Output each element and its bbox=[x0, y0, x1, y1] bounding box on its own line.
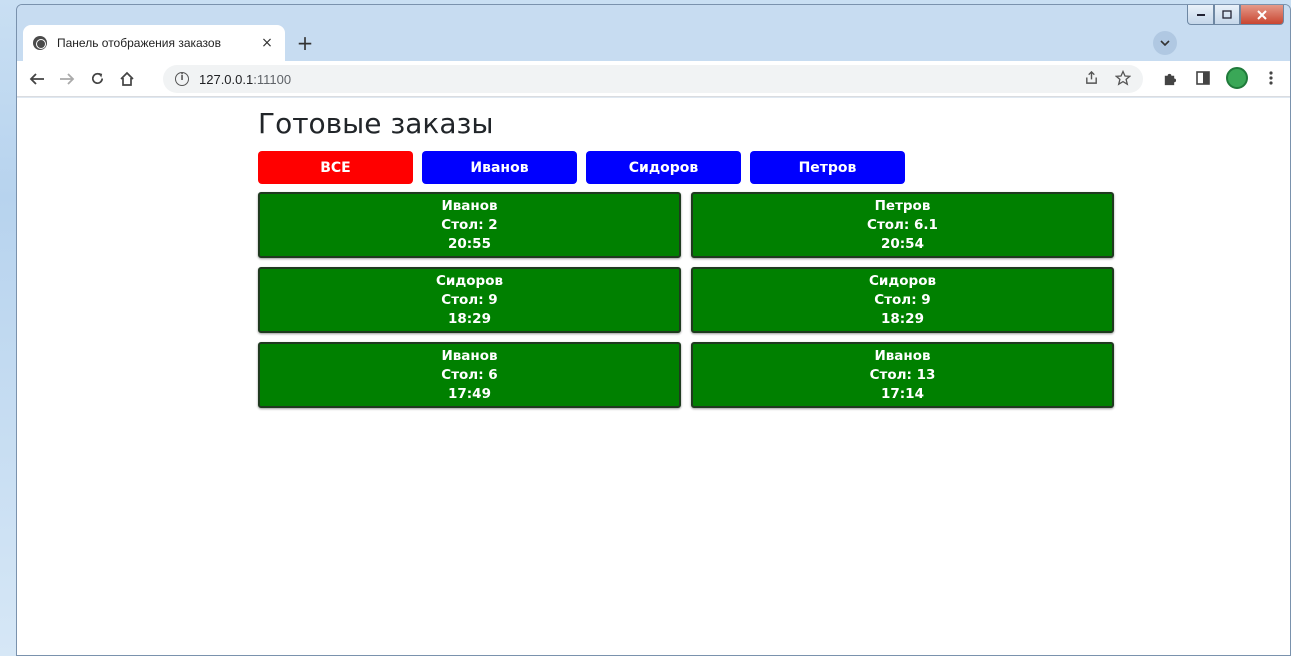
order-card[interactable]: Иванов Стол: 2 20:55 bbox=[258, 192, 681, 258]
address-bar[interactable]: i 127.0.0.1:11100 bbox=[163, 65, 1143, 93]
info-icon[interactable]: i bbox=[175, 72, 189, 86]
close-window-button[interactable] bbox=[1240, 5, 1284, 25]
tab-title: Панель отображения заказов bbox=[57, 36, 221, 50]
filter-sidorov-button[interactable]: Сидоров bbox=[586, 151, 741, 184]
puzzle-icon bbox=[1164, 73, 1176, 85]
maximize-icon bbox=[1222, 10, 1232, 19]
order-card[interactable]: Сидоров Стол: 9 18:29 bbox=[691, 267, 1114, 333]
main-content: Готовые заказы ВСЕ Иванов Сидоров Петров… bbox=[258, 98, 1118, 408]
profile-avatar[interactable] bbox=[1226, 67, 1248, 89]
filter-ivanov-button[interactable]: Иванов bbox=[422, 151, 577, 184]
new-tab-button[interactable]: + bbox=[293, 31, 317, 55]
minimize-button[interactable] bbox=[1187, 5, 1214, 25]
orders-grid: Иванов Стол: 2 20:55 Петров Стол: 6.1 20… bbox=[258, 192, 1118, 408]
window-controls bbox=[1187, 5, 1284, 25]
order-waiter: Иванов bbox=[441, 347, 498, 364]
waiter-filter-bar: ВСЕ Иванов Сидоров Петров bbox=[258, 151, 1118, 184]
share-icon[interactable] bbox=[1084, 70, 1099, 85]
home-icon bbox=[120, 71, 134, 86]
filter-petrov-button[interactable]: Петров bbox=[750, 151, 905, 184]
order-card[interactable]: Сидоров Стол: 9 18:29 bbox=[258, 267, 681, 333]
order-table: Стол: 13 bbox=[869, 366, 936, 383]
order-table: Стол: 6 bbox=[441, 366, 498, 383]
tab-strip: Панель отображения заказов × + bbox=[17, 5, 1290, 61]
minimize-icon bbox=[1196, 13, 1205, 16]
menu-button[interactable] bbox=[1260, 65, 1282, 91]
globe-icon bbox=[33, 36, 47, 50]
forward-button[interactable] bbox=[53, 65, 81, 93]
reload-icon bbox=[91, 72, 103, 84]
order-waiter: Петров bbox=[874, 197, 931, 214]
browser-toolbar: i 127.0.0.1:11100 bbox=[17, 61, 1290, 97]
order-card[interactable]: Иванов Стол: 13 17:14 bbox=[691, 342, 1114, 408]
side-panel-button[interactable] bbox=[1192, 65, 1214, 91]
reload-button[interactable] bbox=[83, 65, 111, 93]
url-port: :11100 bbox=[253, 71, 292, 87]
chevron-down-icon bbox=[1160, 40, 1170, 46]
tab-close-icon[interactable]: × bbox=[259, 35, 275, 51]
url-host: 127.0.0.1 bbox=[199, 71, 254, 87]
browser-window: Панель отображения заказов × + i 127.0.0… bbox=[16, 4, 1291, 656]
order-table: Стол: 6.1 bbox=[867, 216, 938, 233]
order-table: Стол: 2 bbox=[441, 216, 498, 233]
order-time: 17:14 bbox=[881, 385, 924, 402]
page-title: Готовые заказы bbox=[258, 107, 494, 140]
order-time: 18:29 bbox=[881, 310, 924, 327]
order-time: 20:55 bbox=[448, 235, 491, 252]
order-time: 18:29 bbox=[448, 310, 491, 327]
order-time: 17:49 bbox=[448, 385, 491, 402]
extensions-button[interactable] bbox=[1158, 65, 1180, 91]
bookmark-star-icon[interactable] bbox=[1115, 70, 1131, 86]
url-text[interactable]: 127.0.0.1:11100 bbox=[199, 72, 291, 87]
maximize-button[interactable] bbox=[1214, 5, 1240, 25]
close-icon bbox=[1257, 9, 1267, 20]
order-time: 20:54 bbox=[881, 235, 924, 252]
order-card[interactable]: Петров Стол: 6.1 20:54 bbox=[691, 192, 1114, 258]
order-table: Стол: 9 bbox=[441, 291, 498, 308]
side-panel-icon bbox=[1196, 71, 1210, 85]
tab-search-button[interactable] bbox=[1153, 31, 1177, 55]
browser-tab[interactable]: Панель отображения заказов × bbox=[23, 25, 285, 61]
page-viewport: Готовые заказы ВСЕ Иванов Сидоров Петров… bbox=[17, 98, 1290, 655]
order-waiter: Сидоров bbox=[435, 272, 504, 289]
order-card[interactable]: Иванов Стол: 6 17:49 bbox=[258, 342, 681, 408]
kebab-menu-icon bbox=[1269, 71, 1273, 85]
back-arrow-icon bbox=[29, 72, 44, 85]
order-waiter: Иванов bbox=[874, 347, 931, 364]
home-button[interactable] bbox=[113, 65, 141, 93]
back-button[interactable] bbox=[23, 65, 51, 93]
order-waiter: Сидоров bbox=[868, 272, 937, 289]
order-table: Стол: 9 bbox=[874, 291, 931, 308]
filter-all-button[interactable]: ВСЕ bbox=[258, 151, 413, 184]
order-waiter: Иванов bbox=[441, 197, 498, 214]
forward-arrow-icon bbox=[60, 72, 75, 85]
